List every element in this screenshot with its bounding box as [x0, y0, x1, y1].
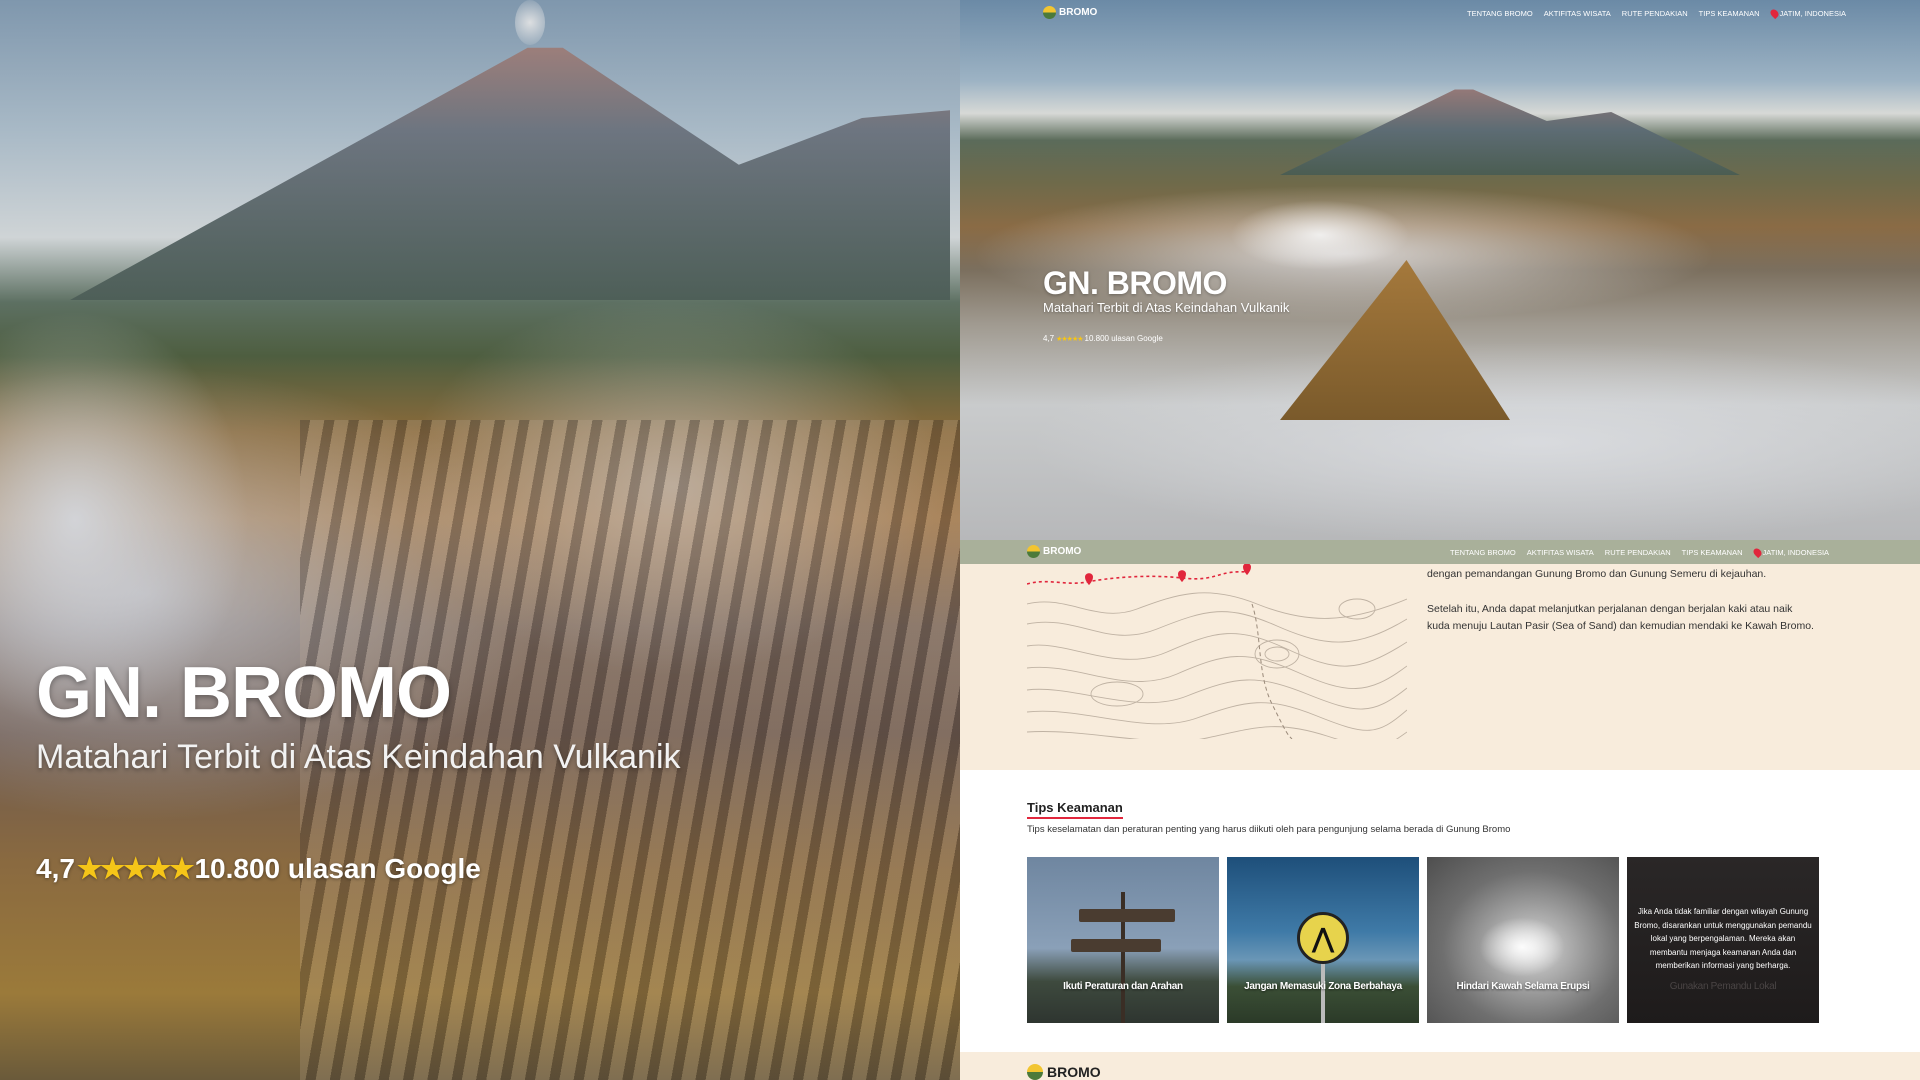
rating-count: 10.800 ulasan Google: [1084, 334, 1163, 343]
footer-brand-name: BROMO: [1047, 1064, 1101, 1080]
route-description: dengan pemandangan Gunung Bromo dan Gunu…: [1427, 566, 1817, 653]
map-pin-icon[interactable]: [1243, 564, 1251, 575]
map-pin-icon[interactable]: [1178, 570, 1186, 582]
tip-card-label: Gunakan Pemandu Lokal: [1669, 981, 1777, 992]
rating-value: 4,7: [36, 852, 75, 884]
hero-title: GN. BROMO: [1043, 265, 1227, 301]
page-overview: BROMO TENTANG BROMO AKTIFITAS WISATA RUT…: [960, 0, 1920, 1080]
tip-card-label: Hindari Kawah Selama Erupsi: [1456, 981, 1590, 992]
safety-tips-section: Tips Keamanan Tips keselamatan dan perat…: [960, 770, 1920, 1052]
star-rating-icon: ★★★★★: [1056, 335, 1083, 343]
hero-section: BROMO TENTANG BROMO AKTIFITAS WISATA RUT…: [960, 0, 1920, 540]
section-title: Tips Keamanan: [1027, 800, 1123, 819]
tip-card-overlay-text: Jika Anda tidak familiar dengan wilayah …: [1634, 907, 1812, 970]
bromo-logo-icon: [1027, 1064, 1043, 1080]
section-description: Tips keselamatan dan peraturan penting y…: [1027, 824, 1511, 835]
sticky-navbar: BROMO TENTANG BROMO AKTIFITAS WISATA RUT…: [960, 540, 1920, 564]
nav-menu: TENTANG BROMO AKTIFITAS WISATA RUTE PEND…: [1450, 546, 1830, 559]
location-pin-icon: [1751, 546, 1763, 559]
tip-card-danger-zone[interactable]: ⋀ Jangan Memasuki Zona Berbahaya: [1227, 857, 1419, 1023]
star-rating-icon: ★★★★★: [76, 853, 195, 884]
semeru-mountain-image: [70, 47, 950, 300]
tips-cards: Ikuti Peraturan dan Arahan ⋀ Jangan Mema…: [1027, 857, 1819, 1023]
zoomed-hero: GN. BROMO Matahari Terbit di Atas Keinda…: [0, 0, 960, 1080]
tip-card-local-guide[interactable]: Jika Anda tidak familiar dengan wilayah …: [1627, 857, 1819, 1023]
tip-card-eruption[interactable]: Hindari Kawah Selama Erupsi: [1427, 857, 1619, 1023]
hero-subtitle: Matahari Terbit di Atas Keindahan Vulkan…: [36, 738, 681, 776]
volcanic-plume: [515, 0, 545, 45]
hero-subtitle: Matahari Terbit di Atas Keindahan Vulkan…: [1043, 300, 1290, 315]
route-paragraph: dengan pemandangan Gunung Bromo dan Gunu…: [1427, 568, 1767, 580]
location-pin-icon: [1768, 7, 1780, 20]
nav-item-tentang-bromo[interactable]: TENTANG BROMO: [1467, 9, 1533, 18]
hero-rating: 4,7 ★★★★★ 10.800 ulasan Google: [36, 852, 481, 885]
hero-text-block: GN. BROMO Matahari Terbit di Atas Keinda…: [36, 652, 681, 777]
tip-card-label: Jangan Memasuki Zona Berbahaya: [1244, 981, 1402, 992]
route-paragraph: Setelah itu, Anda dapat melanjutkan perj…: [1427, 603, 1814, 632]
nav-item-rute-pendakian[interactable]: RUTE PENDAKIAN: [1622, 9, 1688, 18]
topographic-route-map: [1027, 564, 1407, 739]
nav-item-tips-keamanan[interactable]: TIPS KEAMANAN: [1699, 9, 1760, 18]
batok-crater-image: [1280, 260, 1510, 420]
brand-name: BROMO: [1059, 7, 1098, 18]
nav-location[interactable]: JATIM, INDONESIA: [1751, 546, 1830, 559]
route-section: dengan pemandangan Gunung Bromo dan Gunu…: [960, 564, 1920, 770]
brand-name: BROMO: [1043, 546, 1082, 557]
brand-logo[interactable]: BROMO: [1027, 545, 1081, 558]
crater-smoke: [1230, 200, 1410, 270]
nav-item-aktifitas-wisata[interactable]: AKTIFITAS WISATA: [1527, 548, 1594, 557]
warning-sign-icon: ⋀: [1297, 912, 1349, 964]
tip-card-rules[interactable]: Ikuti Peraturan dan Arahan: [1027, 857, 1219, 1023]
nav-item-rute-pendakian[interactable]: RUTE PENDAKIAN: [1605, 548, 1671, 557]
tip-card-label: Ikuti Peraturan dan Arahan: [1063, 981, 1183, 992]
bromo-logo-icon: [1043, 6, 1056, 19]
sign-board: [1071, 939, 1161, 952]
nav-location-label: JATIM, INDONESIA: [1779, 9, 1847, 18]
nav-location[interactable]: JATIM, INDONESIA: [1768, 7, 1847, 20]
semeru-mountain-image: [1280, 89, 1740, 175]
hero-title: GN. BROMO: [36, 653, 452, 733]
nav-location-label: JATIM, INDONESIA: [1762, 548, 1830, 557]
nav-item-tips-keamanan[interactable]: TIPS KEAMANAN: [1682, 548, 1743, 557]
rating-count: 10.800 ulasan Google: [194, 852, 481, 884]
nav-item-tentang-bromo[interactable]: TENTANG BROMO: [1450, 548, 1516, 557]
crater-steam-image: [1479, 917, 1565, 977]
brand-logo[interactable]: BROMO: [1043, 6, 1097, 19]
footer: BROMO: [960, 1052, 1920, 1080]
rating-value: 4,7: [1043, 334, 1055, 343]
hero-rating: 4,7 ★★★★★ 10.800 ulasan Google: [1043, 334, 1163, 343]
footer-brand-logo[interactable]: BROMO: [1027, 1064, 1101, 1080]
nav-menu: TENTANG BROMO AKTIFITAS WISATA RUTE PEND…: [1467, 7, 1847, 20]
top-navbar: BROMO TENTANG BROMO AKTIFITAS WISATA RUT…: [960, 0, 1920, 26]
map-pin-icon[interactable]: [1085, 573, 1093, 585]
bromo-logo-icon: [1027, 545, 1040, 558]
sign-board: [1079, 909, 1175, 922]
nav-item-aktifitas-wisata[interactable]: AKTIFITAS WISATA: [1544, 9, 1611, 18]
hero-text-block: GN. BROMO Matahari Terbit di Atas Keinda…: [1043, 265, 1289, 315]
